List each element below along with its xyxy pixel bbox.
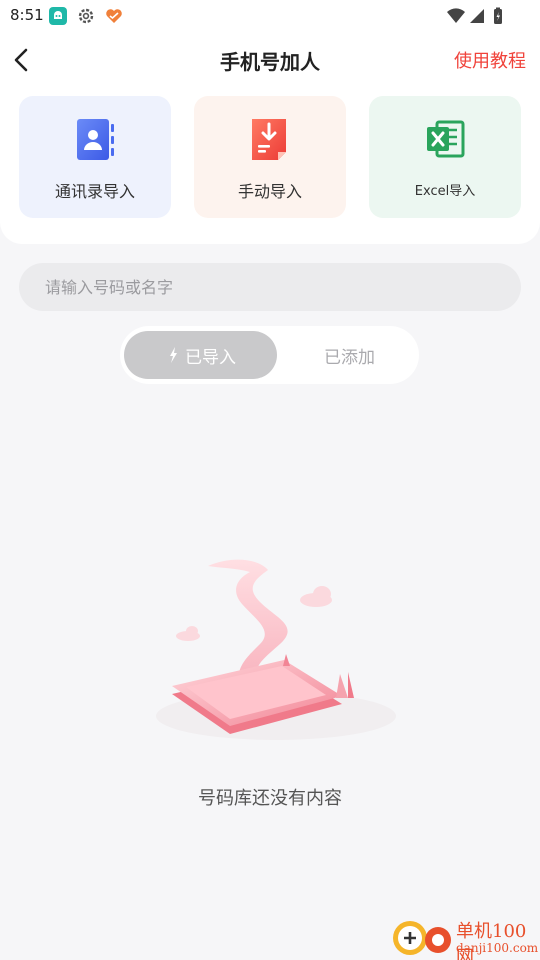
excel-import-label: Excel导入 [414, 184, 476, 199]
arrow-down-icon [170, 347, 177, 363]
signal-icon [470, 9, 484, 23]
tab-imported[interactable]: 已导入 [124, 331, 277, 379]
contacts-book-icon [77, 119, 114, 160]
manual-import-icon [252, 119, 286, 160]
heart-app-icon [106, 9, 122, 23]
contacts-import-button[interactable]: 通讯录导入 [19, 96, 171, 218]
watermark-logo-icon [393, 921, 451, 955]
manual-import-button[interactable]: 手动导入 [194, 96, 346, 218]
excel-icon [427, 120, 465, 158]
list-filter-toggle: 已导入 已添加 [120, 326, 419, 384]
excel-import-button[interactable]: Excel导入 [369, 96, 521, 218]
watermark-subtitle: danji100.com [456, 941, 539, 955]
status-time: 8:51 [10, 6, 44, 24]
manual-import-label: 手动导入 [237, 182, 302, 201]
app-notification-icon [49, 7, 67, 25]
contacts-import-label: 通讯录导入 [54, 182, 135, 201]
tab-added[interactable]: 已添加 [273, 331, 426, 379]
tutorial-link[interactable]: 使用教程 [454, 47, 526, 73]
tab-added-label: 已添加 [324, 347, 375, 368]
search-box [19, 263, 521, 311]
empty-phone-illustration [156, 559, 396, 740]
status-bar: 8:51 [0, 0, 540, 32]
watermark: 单机100网 danji100.com [388, 916, 540, 960]
tab-imported-label: 已导入 [185, 347, 236, 368]
settings-gear-icon [78, 8, 94, 24]
battery-icon [494, 7, 502, 24]
empty-state-text: 号码库还没有内容 [198, 788, 342, 809]
search-input[interactable] [19, 263, 521, 311]
wifi-icon [447, 8, 465, 23]
